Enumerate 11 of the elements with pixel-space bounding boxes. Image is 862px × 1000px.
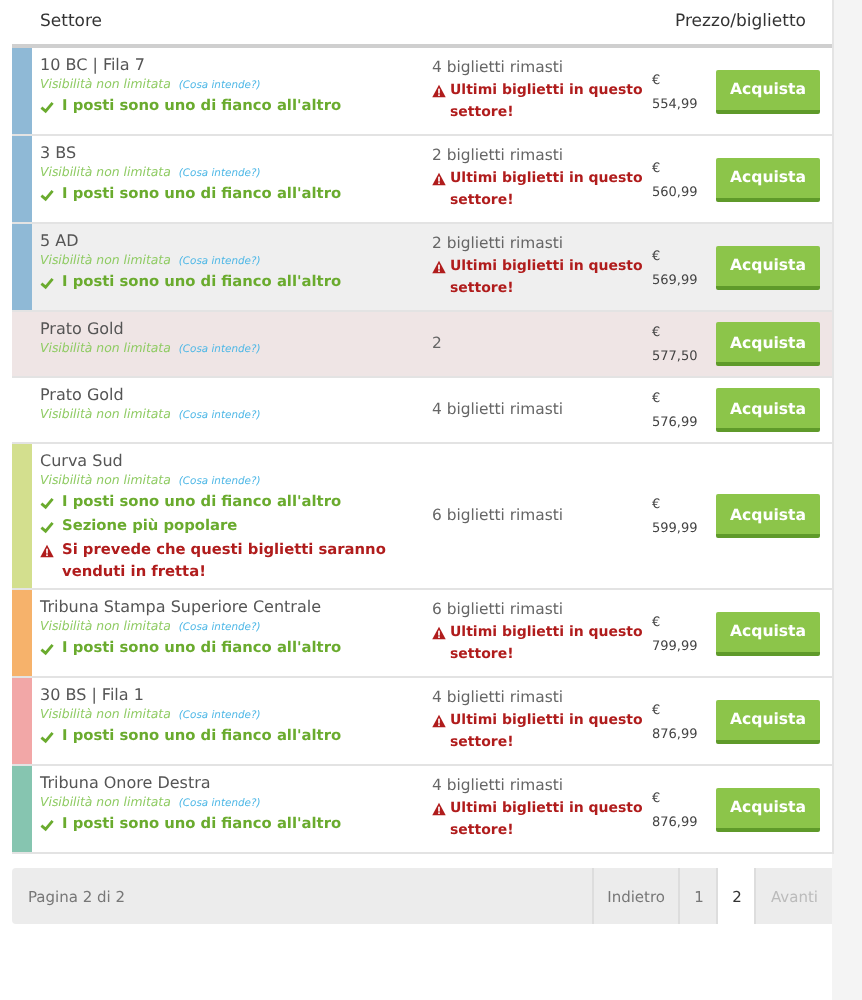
sector-name: Tribuna Onore Destra — [40, 772, 213, 794]
sector-name: 30 BS | Fila 1 — [40, 684, 146, 706]
column-header: Settore — [40, 12, 105, 32]
sector-name: 5 AD — [40, 230, 81, 252]
sector-name: Tribuna Stampa Superiore Centrale — [40, 596, 324, 618]
column-header: Prezzo/biglietto — [675, 12, 806, 32]
sector-name: Prato Gold — [40, 318, 126, 340]
sector-name: 10 BC | Fila 7 — [40, 54, 147, 76]
sector-name: 3 BS — [40, 142, 79, 164]
sector-name: Curva Sud — [40, 450, 125, 472]
sector-name: Prato Gold — [40, 384, 126, 406]
